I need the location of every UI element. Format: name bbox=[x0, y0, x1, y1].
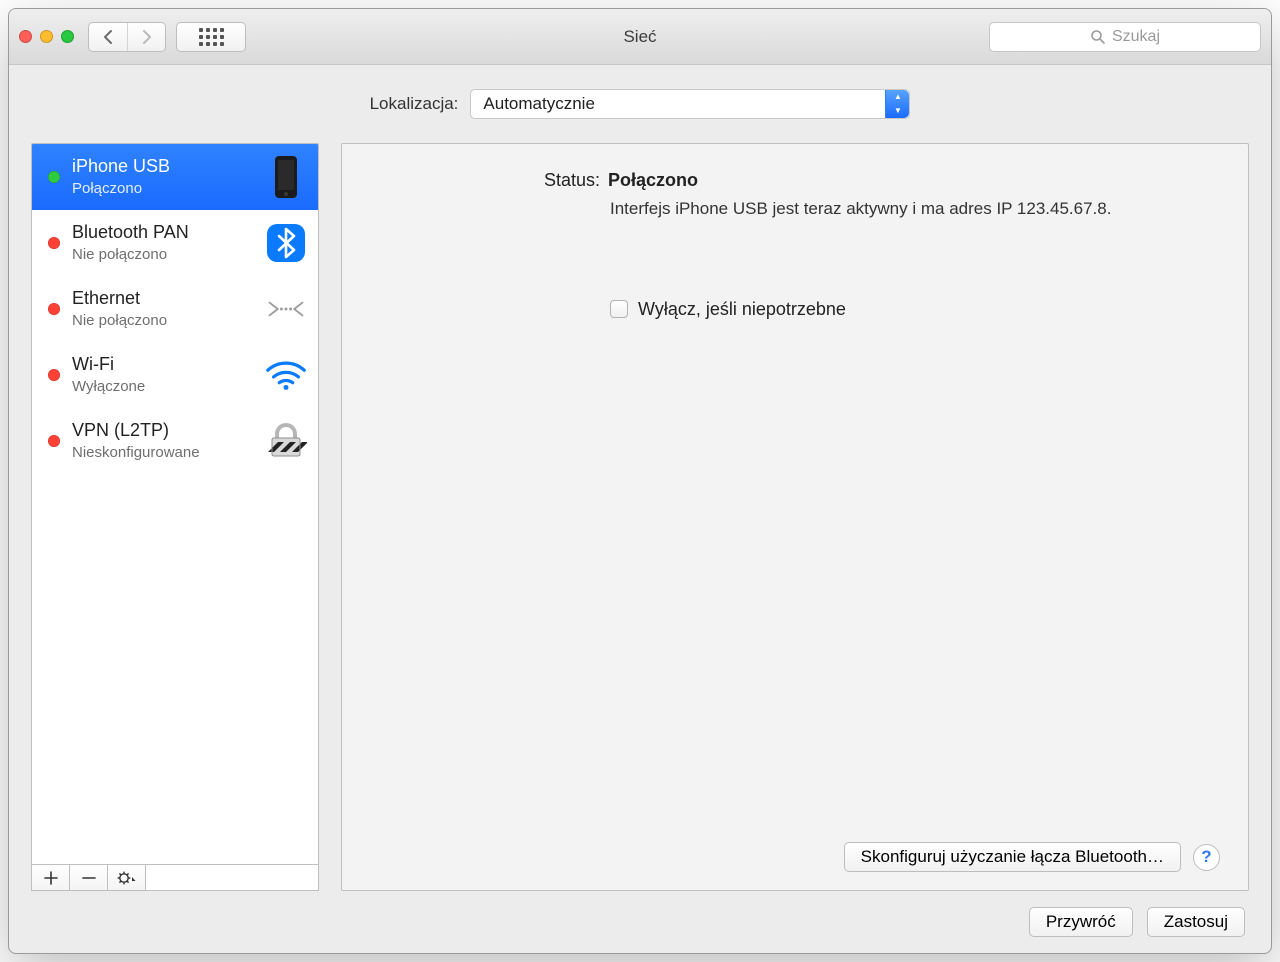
window-title: Sieć bbox=[623, 27, 656, 47]
status-description: Interfejs iPhone USB jest teraz aktywny … bbox=[610, 197, 1170, 221]
status-dot-icon bbox=[48, 237, 60, 249]
interface-status: Nieskonfigurowane bbox=[72, 444, 252, 462]
interface-item[interactable]: Bluetooth PAN Nie połączono bbox=[32, 210, 318, 276]
location-dropdown[interactable]: Automatycznie ▲▼ bbox=[470, 89, 910, 119]
chevron-left-icon bbox=[102, 29, 114, 45]
status-dot-icon bbox=[48, 435, 60, 447]
dropdown-stepper-icon: ▲▼ bbox=[885, 90, 909, 118]
search-icon bbox=[1090, 29, 1106, 45]
interface-name: Wi-Fi bbox=[72, 354, 252, 376]
iphone-icon bbox=[272, 155, 300, 199]
interface-options-button[interactable] bbox=[108, 865, 146, 890]
search-field[interactable]: Szukaj bbox=[989, 22, 1261, 52]
zoom-button[interactable] bbox=[61, 30, 74, 43]
network-preferences-window: Sieć Szukaj Lokalizacja: Automatycznie ▲… bbox=[8, 8, 1272, 954]
interface-name: VPN (L2TP) bbox=[72, 420, 252, 442]
minus-icon bbox=[82, 871, 96, 885]
status-dot-icon bbox=[48, 369, 60, 381]
minimize-button[interactable] bbox=[40, 30, 53, 43]
interface-icon bbox=[264, 358, 308, 392]
detail-pane: Status: Połączono Interfejs iPhone USB j… bbox=[341, 143, 1249, 891]
interface-icon bbox=[264, 155, 308, 199]
status-label: Status: bbox=[370, 170, 600, 191]
disable-if-unused-label: Wyłącz, jeśli niepotrzebne bbox=[638, 299, 846, 320]
interface-item[interactable]: Ethernet Nie połączono bbox=[32, 276, 318, 342]
revert-button[interactable]: Przywróć bbox=[1029, 907, 1133, 937]
lock-icon bbox=[265, 420, 307, 462]
detail-footer: Skonfiguruj użyczanie łącza Bluetooth… ? bbox=[370, 842, 1220, 872]
columns: iPhone USB Połączono Bluetooth PAN Nie p… bbox=[31, 143, 1249, 891]
interface-status: Nie połączono bbox=[72, 246, 252, 264]
forward-button[interactable] bbox=[127, 23, 165, 51]
configure-bluetooth-button[interactable]: Skonfiguruj użyczanie łącza Bluetooth… bbox=[844, 842, 1181, 872]
location-label: Lokalizacja: bbox=[370, 94, 459, 114]
status-dot-icon bbox=[48, 171, 60, 183]
apply-button[interactable]: Zastosuj bbox=[1147, 907, 1245, 937]
sidebar-tools bbox=[31, 864, 319, 891]
status-row: Status: Połączono bbox=[370, 170, 1220, 191]
interfaces-list[interactable]: iPhone USB Połączono Bluetooth PAN Nie p… bbox=[31, 143, 319, 864]
search-placeholder: Szukaj bbox=[1112, 28, 1160, 46]
disable-if-unused-checkbox[interactable] bbox=[610, 300, 628, 318]
interface-text: Wi-Fi Wyłączone bbox=[72, 354, 252, 396]
disable-if-unused-row: Wyłącz, jeśli niepotrzebne bbox=[610, 299, 1220, 320]
interface-icon bbox=[264, 420, 308, 462]
content-area: Lokalizacja: Automatycznie ▲▼ iPhone USB… bbox=[9, 65, 1271, 953]
status-dot-icon bbox=[48, 303, 60, 315]
plus-icon bbox=[44, 871, 58, 885]
interfaces-sidebar: iPhone USB Połączono Bluetooth PAN Nie p… bbox=[31, 143, 319, 891]
location-value: Automatycznie bbox=[483, 94, 595, 114]
bluetooth-icon bbox=[266, 223, 306, 263]
apps-grid-icon bbox=[199, 28, 224, 46]
interface-text: Ethernet Nie połączono bbox=[72, 288, 252, 330]
interface-text: Bluetooth PAN Nie połączono bbox=[72, 222, 252, 264]
interface-icon bbox=[264, 293, 308, 325]
interface-status: Wyłączone bbox=[72, 378, 252, 396]
interface-text: VPN (L2TP) Nieskonfigurowane bbox=[72, 420, 252, 462]
traffic-lights bbox=[19, 30, 74, 43]
wifi-icon bbox=[264, 358, 308, 392]
interface-item[interactable]: Wi-Fi Wyłączone bbox=[32, 342, 318, 408]
interface-item[interactable]: VPN (L2TP) Nieskonfigurowane bbox=[32, 408, 318, 474]
interface-name: iPhone USB bbox=[72, 156, 252, 178]
nav-back-forward bbox=[88, 22, 166, 52]
close-button[interactable] bbox=[19, 30, 32, 43]
interface-name: Bluetooth PAN bbox=[72, 222, 252, 244]
interface-name: Ethernet bbox=[72, 288, 252, 310]
help-button[interactable]: ? bbox=[1193, 844, 1220, 871]
interface-status: Połączono bbox=[72, 180, 252, 198]
back-button[interactable] bbox=[89, 23, 127, 51]
sidebar-tools-spacer bbox=[146, 865, 318, 890]
add-interface-button[interactable] bbox=[32, 865, 70, 890]
ethernet-icon bbox=[264, 293, 308, 325]
bottom-bar: Przywróć Zastosuj bbox=[31, 891, 1249, 939]
show-all-button[interactable] bbox=[176, 22, 246, 52]
remove-interface-button[interactable] bbox=[70, 865, 108, 890]
interface-status: Nie połączono bbox=[72, 312, 252, 330]
chevron-right-icon bbox=[141, 29, 153, 45]
gear-icon bbox=[117, 871, 137, 885]
status-value: Połączono bbox=[608, 170, 698, 191]
interface-item[interactable]: iPhone USB Połączono bbox=[32, 144, 318, 210]
interface-text: iPhone USB Połączono bbox=[72, 156, 252, 198]
titlebar: Sieć Szukaj bbox=[9, 9, 1271, 65]
location-row: Lokalizacja: Automatycznie ▲▼ bbox=[31, 89, 1249, 119]
interface-icon bbox=[264, 223, 308, 263]
